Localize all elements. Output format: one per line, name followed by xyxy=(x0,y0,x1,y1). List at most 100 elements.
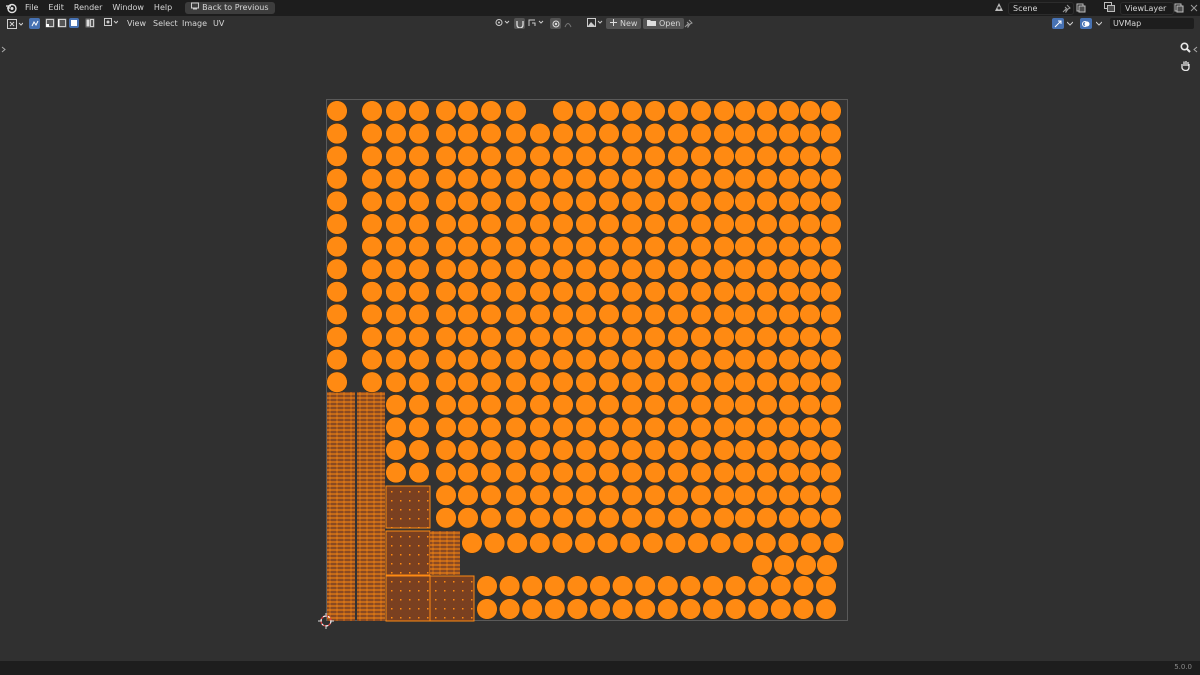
uv-island-circle[interactable] xyxy=(756,145,778,167)
uv-island-circle[interactable] xyxy=(529,168,551,190)
uv-island-circle[interactable] xyxy=(552,213,574,235)
uv-island-circle[interactable] xyxy=(734,439,756,461)
uv-editor-viewport[interactable] xyxy=(0,31,1200,661)
uv-island-circle[interactable] xyxy=(644,168,666,190)
uv-island-circle[interactable] xyxy=(408,303,430,325)
uv-island-circle[interactable] xyxy=(756,258,778,280)
uv-island-circle[interactable] xyxy=(799,439,821,461)
menu-help[interactable]: Help xyxy=(149,0,177,16)
uv-island-circle[interactable] xyxy=(521,575,543,597)
uv-island-circle[interactable] xyxy=(734,236,756,258)
uv-island-circle[interactable] xyxy=(598,462,620,484)
uv-island-circle[interactable] xyxy=(621,326,643,348)
uv-island-circle[interactable] xyxy=(778,462,800,484)
uv-island-circle[interactable] xyxy=(361,236,383,258)
uv-island-circle[interactable] xyxy=(435,371,457,393)
proportional-falloff-icon[interactable] xyxy=(563,18,573,29)
uv-island-circle[interactable] xyxy=(644,371,666,393)
uv-island-circle[interactable] xyxy=(679,598,701,620)
uv-island-circle[interactable] xyxy=(621,168,643,190)
uv-island-circle[interactable] xyxy=(667,145,689,167)
uv-island-circle[interactable] xyxy=(480,281,502,303)
uv-island-circle[interactable] xyxy=(690,236,712,258)
uv-island-circle[interactable] xyxy=(566,575,588,597)
uv-island-circle[interactable] xyxy=(642,532,664,554)
uv-island-circle[interactable] xyxy=(598,371,620,393)
uv-island-circle[interactable] xyxy=(778,190,800,212)
uv-island-circle[interactable] xyxy=(326,326,348,348)
uv-island-circle[interactable] xyxy=(621,507,643,529)
uv-island-circle[interactable] xyxy=(480,349,502,371)
uv-island-circle[interactable] xyxy=(575,100,597,122)
uv-island-circle[interactable] xyxy=(734,462,756,484)
uv-island-circle[interactable] xyxy=(435,258,457,280)
face-select-mode-icon[interactable] xyxy=(69,18,79,28)
island-select-mode-icon[interactable] xyxy=(85,18,95,28)
uv-island-circle[interactable] xyxy=(408,168,430,190)
uv-island-circle[interactable] xyxy=(457,394,479,416)
uv-island-circle[interactable] xyxy=(734,507,756,529)
uv-island-circle[interactable] xyxy=(756,371,778,393)
uv-island-circle[interactable] xyxy=(575,416,597,438)
new-scene-icon[interactable] xyxy=(1076,1,1086,15)
uv-island-circle[interactable] xyxy=(435,281,457,303)
uv-island-circle[interactable] xyxy=(777,532,799,554)
uv-island-circle[interactable] xyxy=(644,100,666,122)
uv-island-circle[interactable] xyxy=(435,145,457,167)
uv-island-circle[interactable] xyxy=(644,462,666,484)
uv-island-circle[interactable] xyxy=(598,303,620,325)
uv-island-circle[interactable] xyxy=(361,213,383,235)
uv-island-circle[interactable] xyxy=(734,168,756,190)
uv-island-circle[interactable] xyxy=(574,532,596,554)
uv-island-circle[interactable] xyxy=(480,416,502,438)
uv-island-circle[interactable] xyxy=(667,190,689,212)
uv-island-circle[interactable] xyxy=(820,484,842,506)
uv-island-circle[interactable] xyxy=(770,598,792,620)
uv-island-circle[interactable] xyxy=(435,349,457,371)
uv-island-circle[interactable] xyxy=(713,371,735,393)
uv-island-circle[interactable] xyxy=(529,462,551,484)
uv-island-circle[interactable] xyxy=(621,371,643,393)
uv-island-circle[interactable] xyxy=(598,236,620,258)
uv-island-circle[interactable] xyxy=(644,507,666,529)
uv-island-circle[interactable] xyxy=(505,100,527,122)
uv-island-circle[interactable] xyxy=(552,484,574,506)
uv-island-circle[interactable] xyxy=(435,326,457,348)
uv-island-circle[interactable] xyxy=(480,145,502,167)
uv-island-circle[interactable] xyxy=(778,394,800,416)
uv-island-circle[interactable] xyxy=(480,100,502,122)
uv-island-circle[interactable] xyxy=(529,258,551,280)
uv-island-circle[interactable] xyxy=(521,598,543,620)
uv-island-circle[interactable] xyxy=(361,123,383,145)
uv-island-circle[interactable] xyxy=(799,258,821,280)
uv-island-circle[interactable] xyxy=(529,484,551,506)
sync-selection-icon[interactable] xyxy=(29,18,40,29)
uv-island-circle[interactable] xyxy=(505,394,527,416)
uv-island-circle[interactable] xyxy=(597,532,619,554)
overlays-dropdown-icon[interactable] xyxy=(1094,18,1104,29)
uv-island-circle[interactable] xyxy=(644,394,666,416)
uv-island-circle[interactable] xyxy=(734,484,756,506)
uv-island-circle[interactable] xyxy=(732,532,754,554)
uv-island-circle[interactable] xyxy=(480,213,502,235)
uv-island-circle[interactable] xyxy=(690,123,712,145)
menu-edit[interactable]: Edit xyxy=(43,0,69,16)
uv-island-circle[interactable] xyxy=(621,484,643,506)
uv-island-circle[interactable] xyxy=(435,484,457,506)
uv-island-circle[interactable] xyxy=(598,394,620,416)
uv-island-circle[interactable] xyxy=(408,349,430,371)
uv-island-circle[interactable] xyxy=(529,394,551,416)
uv-island-circle[interactable] xyxy=(529,532,551,554)
uv-island-circle[interactable] xyxy=(820,303,842,325)
uv-island-circle[interactable] xyxy=(435,190,457,212)
uv-island-circle[interactable] xyxy=(734,145,756,167)
uv-island-patch[interactable] xyxy=(385,575,431,622)
uv-island-circle[interactable] xyxy=(505,213,527,235)
uv-island-circle[interactable] xyxy=(820,326,842,348)
uv-island-circle[interactable] xyxy=(506,532,528,554)
menu-render[interactable]: Render xyxy=(69,0,107,16)
uv-island-circle[interactable] xyxy=(820,281,842,303)
uv-island-circle[interactable] xyxy=(690,213,712,235)
uv-island-circle[interactable] xyxy=(575,303,597,325)
uv-island-circle[interactable] xyxy=(644,258,666,280)
